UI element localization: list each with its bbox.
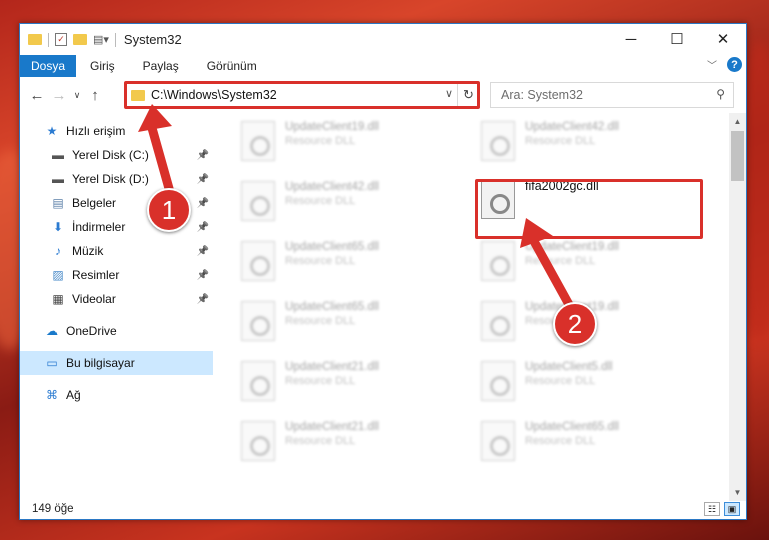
annotation-arrows	[138, 104, 577, 315]
step-badge-1: 1	[147, 188, 191, 232]
arrow-to-target-file	[530, 238, 577, 315]
step-badge-2: 2	[553, 302, 597, 346]
arrow-head-1	[138, 104, 172, 132]
arrow-to-address-bar	[147, 123, 175, 197]
